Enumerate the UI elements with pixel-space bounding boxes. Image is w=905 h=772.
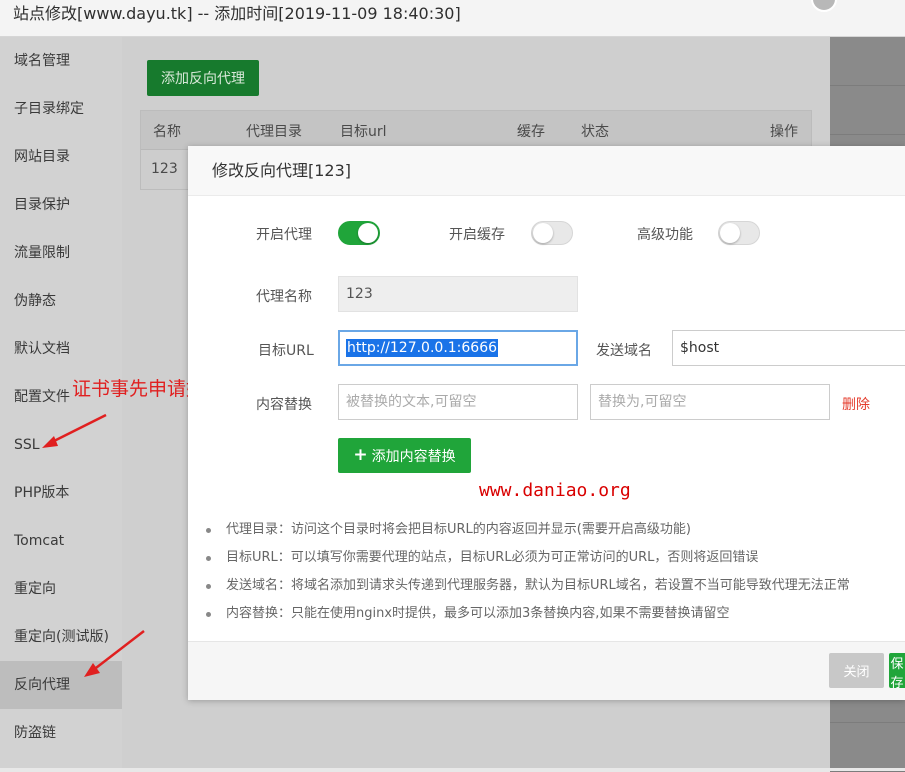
target-url-input[interactable]: http://127.0.0.1:6666 — [338, 330, 578, 366]
col-name: 名称 — [153, 124, 181, 140]
col-proxy-dir: 代理目录 — [246, 124, 302, 140]
save-button[interactable]: 保存 — [889, 653, 905, 688]
window-title: 站点修改[www.dayu.tk] -- 添加时间[2019-11-09 18:… — [13, 4, 461, 23]
sidebar-item-traffic-limit[interactable]: 流量限制 — [0, 229, 122, 277]
edit-reverse-proxy-modal: 修改反向代理[123] 开启代理 开启缓存 高级功能 代理名称 123 目标UR… — [188, 146, 905, 700]
replace-to-input[interactable] — [590, 384, 830, 420]
modal-title: 修改反向代理[123] — [188, 146, 905, 196]
add-reverse-proxy-button[interactable]: 添加反向代理 — [147, 60, 259, 96]
tip-item: 发送域名：将域名添加到请求头传递到代理服务器，默认为目标URL域名，若设置不当可… — [204, 572, 905, 600]
toggle-label-cache: 开启缓存 — [449, 227, 505, 243]
window-titlebar: 站点修改[www.dayu.tk] -- 添加时间[2019-11-09 18:… — [0, 0, 905, 37]
enable-cache-toggle[interactable] — [531, 221, 573, 245]
sidebar-item-site-directory[interactable]: 网站目录 — [0, 133, 122, 181]
col-cache: 缓存 — [517, 124, 545, 140]
proxy-name-field: 123 — [338, 276, 578, 312]
replace-from-input[interactable] — [338, 384, 578, 420]
toggle-knob — [533, 223, 553, 243]
tip-item: 内容替换：只能在使用nginx时提供，最多可以添加3条替换内容,如果不需要替换请… — [204, 600, 905, 628]
proxy-name-label: 代理名称 — [256, 289, 312, 305]
annotation-arrow-reverse-proxy — [84, 630, 145, 677]
watermark-text: www.daniao.org — [479, 480, 631, 501]
sidebar-item-domain[interactable]: 域名管理 — [0, 37, 122, 85]
window-close-icon[interactable] — [811, 0, 837, 12]
advanced-features-toggle[interactable] — [718, 221, 760, 245]
col-status: 状态 — [581, 124, 609, 140]
sidebar-item-dir-protection[interactable]: 目录保护 — [0, 181, 122, 229]
tip-item: 代理目录：访问这个目录时将会把目标URL的内容返回并显示(需要开启高级功能) — [204, 516, 905, 544]
sidebar-item-rewrite[interactable]: 伪静态 — [0, 277, 122, 325]
plus-icon: + — [353, 445, 368, 465]
add-content-replace-button[interactable]: + 添加内容替换 — [338, 438, 471, 473]
sidebar-item-subdir-binding[interactable]: 子目录绑定 — [0, 85, 122, 133]
send-domain-input[interactable]: $host — [672, 330, 905, 366]
toggle-label-proxy: 开启代理 — [256, 227, 312, 243]
delete-replace-link[interactable]: 删除 — [842, 394, 870, 414]
close-button[interactable]: 关闭 — [829, 653, 884, 688]
sidebar-item-php-version[interactable]: PHP版本 — [0, 469, 122, 517]
sidebar-item-tomcat[interactable]: Tomcat — [0, 517, 122, 565]
modal-footer: 关闭 保存 — [188, 641, 905, 700]
target-url-selected-text: http://127.0.0.1:6666 — [346, 339, 499, 357]
annotation-text: 证书事先申请好 — [72, 378, 206, 400]
col-actions: 操作 — [770, 124, 798, 140]
enable-proxy-toggle[interactable] — [338, 221, 380, 245]
toggle-knob — [720, 223, 740, 243]
toggle-label-advanced: 高级功能 — [637, 227, 693, 243]
send-domain-label: 发送域名 — [596, 343, 652, 359]
sidebar-item-default-doc[interactable]: 默认文档 — [0, 325, 122, 373]
add-content-replace-label: 添加内容替换 — [371, 448, 456, 465]
content-replace-label: 内容替换 — [256, 397, 312, 413]
sidebar-item-hotlink-protection[interactable]: 防盗链 — [0, 709, 122, 757]
tip-item: 目标URL：可以填写你需要代理的站点，目标URL必须为可正常访问的URL，否则将… — [204, 544, 905, 572]
col-target-url: 目标url — [340, 124, 387, 140]
sidebar-item-redirect[interactable]: 重定向 — [0, 565, 122, 613]
help-tips-list: 代理目录：访问这个目录时将会把目标URL的内容返回并显示(需要开启高级功能) 目… — [204, 516, 905, 628]
target-url-label: 目标URL — [258, 343, 314, 359]
table-row-name: 123 — [151, 161, 178, 177]
toggle-knob — [358, 223, 378, 243]
proxy-table-header — [141, 111, 811, 150]
annotation-arrow-ssl — [42, 413, 107, 448]
